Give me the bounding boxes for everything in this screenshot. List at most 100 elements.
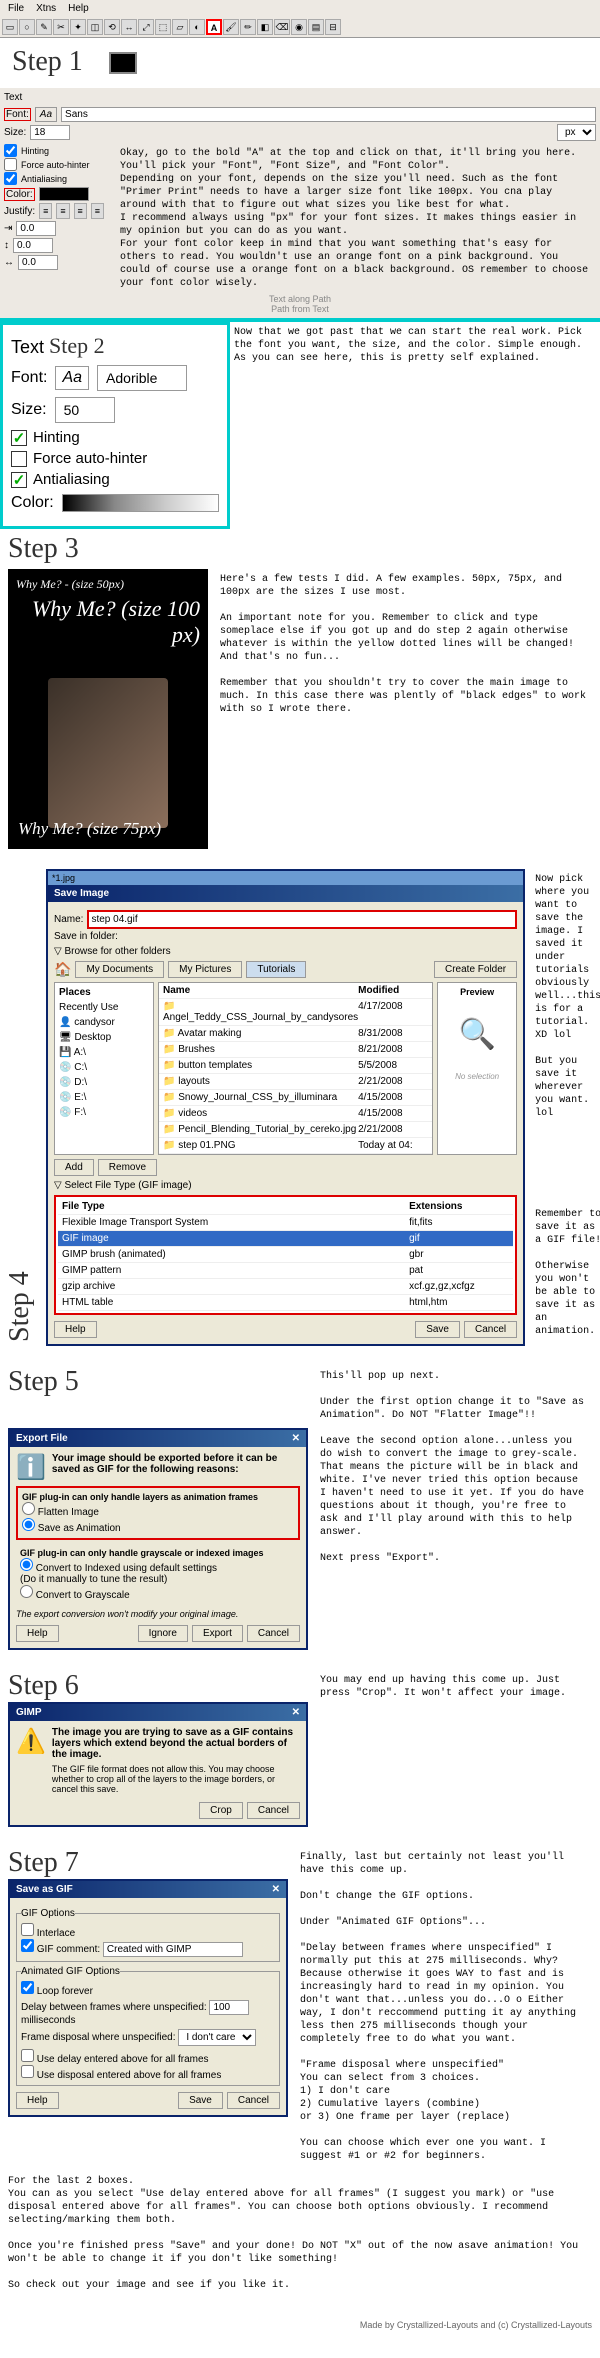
export-button[interactable]: Export (192, 1625, 243, 1642)
place-item[interactable]: 💾 A:\ (57, 1045, 151, 1060)
tool-icon[interactable]: ↔ (121, 19, 137, 35)
hinting-check[interactable] (4, 144, 17, 157)
add-button[interactable]: Add (54, 1159, 94, 1176)
check-icon[interactable] (11, 451, 27, 467)
indent-input[interactable] (16, 221, 56, 236)
tool-icon[interactable]: ⤢ (138, 19, 154, 35)
close-icon[interactable]: ✕ (292, 1433, 300, 1444)
file-row[interactable]: 📁 Avatar making8/31/2008 (159, 1026, 432, 1042)
crop-button[interactable]: Crop (199, 1802, 243, 1819)
file-row[interactable]: 📁 videos4/15/2008 (159, 1106, 432, 1122)
menu-file[interactable]: File (8, 3, 24, 14)
text-tool-icon[interactable]: A (206, 19, 222, 35)
filetype-row[interactable]: GIMP patternpat (58, 1263, 513, 1279)
place-item[interactable]: 💿 C:\ (57, 1060, 151, 1075)
breadcrumb-item[interactable]: My Pictures (168, 961, 242, 978)
help-button[interactable]: Help (16, 2092, 59, 2109)
file-row[interactable]: 📁 layouts2/21/2008 (159, 1074, 432, 1090)
place-item[interactable]: 🖥 Desktop (57, 1030, 151, 1045)
cancel-button[interactable]: Cancel (464, 1321, 517, 1338)
tool-icon[interactable]: 🖌 (223, 19, 239, 35)
color-gradient[interactable] (62, 494, 219, 512)
tool-icon[interactable]: ◉ (291, 19, 307, 35)
antialias-check[interactable] (4, 172, 17, 185)
filename-input[interactable] (87, 910, 517, 929)
loop-check[interactable] (21, 1981, 34, 1994)
spacing-input[interactable] (18, 255, 58, 270)
file-row[interactable]: 📁 step 01.PNGToday at 04: (159, 1138, 432, 1154)
file-row[interactable]: 📁 Snowy_Journal_CSS_by_illuminara4/15/20… (159, 1090, 432, 1106)
size-input[interactable] (30, 125, 70, 140)
cancel-button[interactable]: Cancel (227, 2092, 280, 2109)
filetype-row[interactable]: GIF imagegif (58, 1231, 513, 1247)
tool-icon[interactable]: ⌫ (274, 19, 290, 35)
help-button[interactable]: Help (16, 1625, 59, 1642)
autohinter-check[interactable] (4, 158, 17, 171)
grayscale-radio[interactable] (20, 1585, 33, 1598)
ignore-button[interactable]: Ignore (138, 1625, 188, 1642)
flatten-radio[interactable] (22, 1502, 35, 1515)
place-item[interactable]: 💿 F:\ (57, 1105, 151, 1120)
breadcrumb-item[interactable]: Tutorials (246, 961, 306, 978)
tool-icon[interactable]: ◐ (189, 19, 205, 35)
justify-icon[interactable]: ≡ (74, 203, 87, 219)
cancel-button[interactable]: Cancel (247, 1802, 300, 1819)
tool-icon[interactable]: ✦ (70, 19, 86, 35)
remove-button[interactable]: Remove (98, 1159, 157, 1176)
tool-icon[interactable]: ✏ (240, 19, 256, 35)
menu-help[interactable]: Help (68, 3, 89, 14)
animation-radio[interactable] (22, 1518, 35, 1531)
tool-icon[interactable]: ✎ (36, 19, 52, 35)
close-icon[interactable]: ✕ (272, 1884, 280, 1895)
menu-xtns[interactable]: Xtns (36, 3, 56, 14)
tool-icon[interactable]: ○ (19, 19, 35, 35)
help-button[interactable]: Help (54, 1321, 97, 1338)
filetype-row[interactable]: GIMP brush (animated)gbr (58, 1247, 513, 1263)
tool-icon[interactable]: ✂ (53, 19, 69, 35)
tool-icon[interactable]: ⊟ (325, 19, 341, 35)
home-icon[interactable]: 🏠 (54, 961, 71, 978)
tool-icon[interactable]: ▱ (172, 19, 188, 35)
tool-icon[interactable]: ◧ (257, 19, 273, 35)
justify-icon[interactable]: ≡ (91, 203, 104, 219)
tool-icon[interactable]: ◫ (87, 19, 103, 35)
tool-icon[interactable]: ▭ (2, 19, 18, 35)
check-icon[interactable]: ✓ (11, 430, 27, 446)
close-icon[interactable]: ✕ (292, 1707, 300, 1718)
file-row[interactable]: 📁 Brushes8/21/2008 (159, 1042, 432, 1058)
place-item[interactable]: 💿 D:\ (57, 1075, 151, 1090)
tool-icon[interactable]: ⬚ (155, 19, 171, 35)
tool-icon[interactable]: ⟲ (104, 19, 120, 35)
cancel-button[interactable]: Cancel (247, 1625, 300, 1642)
size-input[interactable] (55, 397, 115, 423)
font-input[interactable] (61, 107, 596, 122)
spacing-input[interactable] (13, 238, 53, 253)
font-input[interactable] (97, 365, 187, 391)
filetype-row[interactable]: HTML tablehtml,htm (58, 1295, 513, 1311)
save-button[interactable]: Save (178, 2092, 223, 2109)
browse-toggle[interactable]: Browse for other folders (64, 946, 170, 957)
justify-left-icon[interactable]: ≡ (39, 203, 52, 219)
color-swatch[interactable] (109, 52, 137, 74)
filetype-row[interactable]: gzip archivexcf.gz,gz,xcfgz (58, 1279, 513, 1295)
justify-icon[interactable]: ≡ (56, 203, 69, 219)
check-icon[interactable]: ✓ (11, 472, 27, 488)
use-disposal-check[interactable] (21, 2065, 34, 2078)
disposal-select[interactable]: I don't care (178, 2029, 256, 2046)
filetype-row[interactable]: Flexible Image Transport Systemfit,fits (58, 1215, 513, 1231)
interlace-check[interactable] (21, 1923, 34, 1936)
file-row[interactable]: 📁 button templates5/5/2008 (159, 1058, 432, 1074)
tool-icon[interactable]: ▤ (308, 19, 324, 35)
place-item[interactable]: Recently Use (57, 1000, 151, 1015)
comment-input[interactable] (103, 1942, 243, 1957)
size-unit[interactable]: px (557, 124, 596, 141)
filetype-toggle[interactable]: Select File Type (GIF image) (64, 1180, 191, 1191)
place-item[interactable]: 💿 E:\ (57, 1090, 151, 1105)
use-delay-check[interactable] (21, 2049, 34, 2062)
file-row[interactable]: 📁 Pencil_Blending_Tutorial_by_cereko.jpg… (159, 1122, 432, 1138)
create-folder-button[interactable]: Create Folder (434, 961, 517, 978)
indexed-radio[interactable] (20, 1558, 33, 1571)
comment-check[interactable] (21, 1939, 34, 1952)
place-item[interactable]: 👤 candysor (57, 1015, 151, 1030)
breadcrumb-item[interactable]: My Documents (75, 961, 164, 978)
